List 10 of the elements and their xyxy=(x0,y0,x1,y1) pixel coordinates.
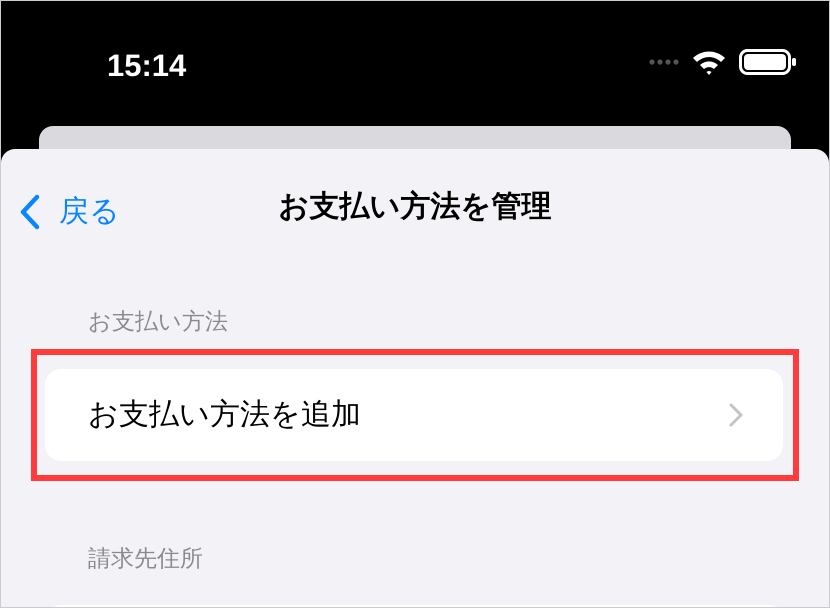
section-header: 請求先住所 xyxy=(87,544,204,572)
wifi-icon xyxy=(691,49,727,75)
chevron-right-icon xyxy=(729,402,743,426)
battery-icon xyxy=(739,49,797,75)
screen-title: お支払い方法を管理 xyxy=(278,188,552,225)
chevron-left-icon xyxy=(19,194,41,230)
signal-icon xyxy=(649,59,679,65)
status-time: 15:14 xyxy=(107,47,186,85)
section-header: お支払い方法 xyxy=(87,307,229,336)
list-row[interactable]: お支払い方法を追加 xyxy=(45,368,783,460)
